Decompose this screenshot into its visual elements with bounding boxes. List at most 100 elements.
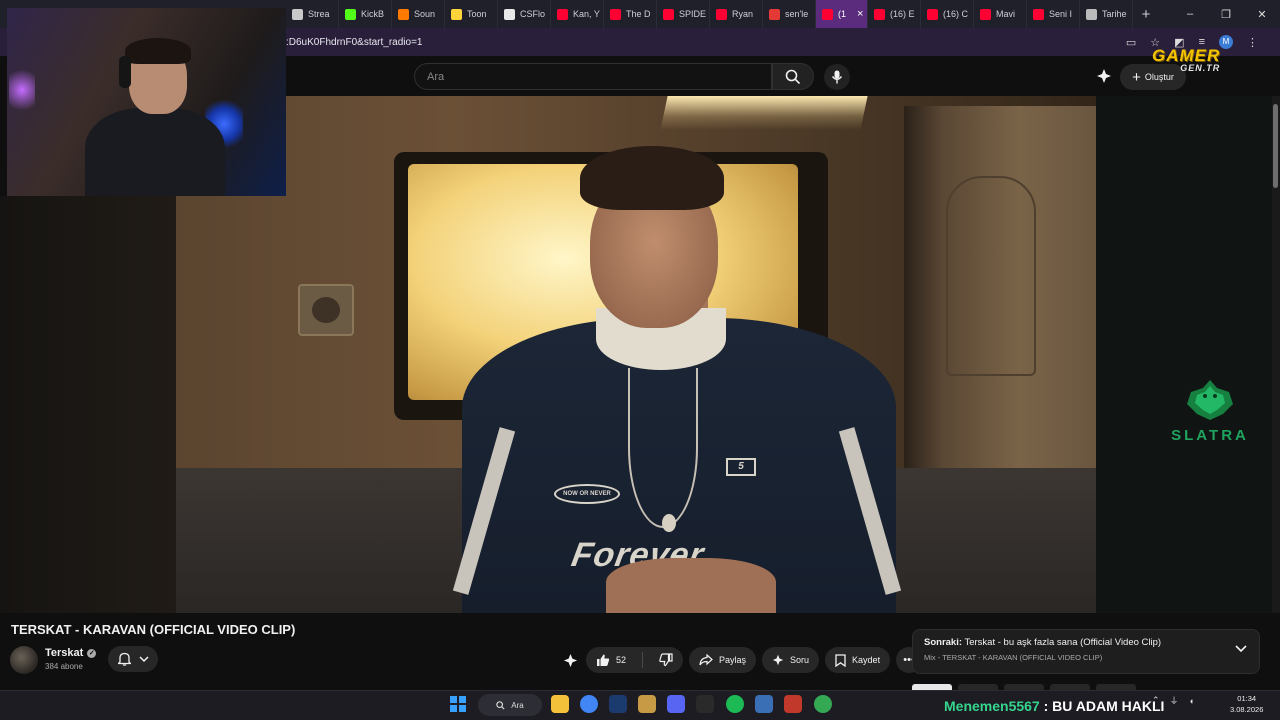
- toon-icon: [451, 8, 462, 20]
- browser-tab-label: (16) C: [943, 9, 969, 19]
- sponsor-logo: SLATRA: [1150, 378, 1270, 444]
- video-frame-pendant: [662, 514, 676, 532]
- search-button[interactable]: [772, 63, 814, 90]
- up-next-line: Sonraki: Terskat - bu aşk fazla sana (Of…: [924, 637, 1248, 648]
- obs-icon[interactable]: [784, 695, 802, 713]
- browser-tab[interactable]: Mavi: [974, 0, 1027, 28]
- dislike-button[interactable]: [649, 647, 683, 673]
- channel-name[interactable]: Terskat ✓: [45, 647, 97, 659]
- app-icon[interactable]: [755, 695, 773, 713]
- video-frame-hair: [580, 146, 724, 210]
- browser-tab-label: Kan, Y: [573, 9, 600, 19]
- browser-tab-label: The D: [626, 9, 651, 19]
- browser-tab-label: Tarihe: [1102, 9, 1127, 19]
- browser-tab[interactable]: Toon: [445, 0, 498, 28]
- search-icon: [785, 69, 801, 84]
- browser-tab[interactable]: The D: [604, 0, 657, 28]
- youtube-icon: [716, 8, 727, 20]
- browser-tab[interactable]: Seni I: [1027, 0, 1080, 28]
- browser-tab[interactable]: KickB: [339, 0, 392, 28]
- browser-tab-label: (1: [838, 9, 847, 19]
- cobra-icon: [1187, 380, 1233, 420]
- browser-tab[interactable]: Tarihe: [1080, 0, 1133, 28]
- browser-tab[interactable]: Soun: [392, 0, 445, 28]
- youtube-icon: [927, 8, 938, 20]
- maximize-icon[interactable]: ❐: [1208, 8, 1244, 21]
- ask-button[interactable]: Soru: [762, 647, 820, 673]
- browser-tab[interactable]: (16) C: [921, 0, 974, 28]
- spotify-icon[interactable]: [726, 695, 744, 713]
- subscription-bell-button[interactable]: [108, 646, 158, 672]
- share-icon: [699, 654, 713, 666]
- profile-avatar[interactable]: M: [1219, 35, 1233, 49]
- browser-tab[interactable]: Ryan: [710, 0, 763, 28]
- browser-tab[interactable]: SPIDE: [657, 0, 710, 28]
- close-window-icon[interactable]: ✕: [1244, 8, 1280, 21]
- cast-icon[interactable]: ▭: [1126, 36, 1136, 49]
- video-frame-door-panel: [946, 176, 1036, 376]
- file-explorer-icon[interactable]: [551, 695, 569, 713]
- close-tab-icon[interactable]: ×: [857, 8, 863, 20]
- chrome-active-icon[interactable]: [814, 695, 832, 713]
- voice-search-button[interactable]: [824, 64, 850, 90]
- share-button[interactable]: Paylaş: [689, 647, 757, 673]
- browser-tab[interactable]: CSFlo: [498, 0, 551, 28]
- clock-time: 01:34: [1237, 694, 1257, 703]
- minimize-icon[interactable]: –: [1172, 8, 1208, 21]
- browser-tab[interactable]: (16) E: [868, 0, 921, 28]
- chrome-icon[interactable]: [580, 695, 598, 713]
- browser-tab-label: Strea: [308, 9, 330, 19]
- discord-icon[interactable]: [667, 695, 685, 713]
- left-ambient-panel: [0, 196, 176, 613]
- microphone-icon[interactable]: ⏚: [1170, 694, 1179, 707]
- search-icon: [496, 700, 505, 710]
- chevron-down-icon: [138, 655, 149, 662]
- browser-tab-label: SPIDE: [679, 9, 707, 19]
- video-frame-hands: [606, 558, 776, 613]
- youtube-icon: [822, 8, 833, 20]
- gamer-gen-logo: GAMER GEN.TR: [1152, 46, 1220, 73]
- browser-tab[interactable]: (1 ×: [816, 0, 868, 28]
- windows-start-icon[interactable]: [450, 696, 466, 712]
- volume-icon[interactable]: ◖: [1189, 696, 1194, 706]
- taskbar-search[interactable]: Ara: [478, 694, 542, 716]
- youtube-icon: [663, 8, 674, 20]
- clock-date: 3.08.2026: [1230, 705, 1264, 714]
- chevron-down-icon[interactable]: [1235, 645, 1247, 653]
- game-launcher-icon[interactable]: [638, 695, 656, 713]
- save-button[interactable]: Kaydet: [825, 647, 891, 673]
- youtube-icon: [980, 8, 991, 20]
- channel-name-text[interactable]: Terskat: [45, 647, 83, 659]
- system-clock[interactable]: 01:34 3.08.2026: [1230, 693, 1263, 715]
- up-next-title[interactable]: Terskat - bu aşk fazla sana (Official Vi…: [964, 637, 1161, 648]
- tray-expand-icon[interactable]: ⌃: [1152, 695, 1160, 706]
- search-input[interactable]: Ara: [414, 63, 772, 90]
- video-title: TERSKAT - KARAVAN (OFFICIAL VIDEO CLIP): [11, 622, 296, 637]
- video-frame-socket-hole: [312, 297, 340, 323]
- epic-games-icon[interactable]: [696, 695, 714, 713]
- browser-tab[interactable]: Strea: [286, 0, 339, 28]
- up-next-card[interactable]: Sonraki: Terskat - bu aşk fazla sana (Of…: [912, 629, 1260, 674]
- jersey-number: 5: [726, 458, 756, 476]
- browser-menu-icon[interactable]: ⋮: [1247, 36, 1258, 49]
- scrollbar-thumb[interactable]: [1273, 104, 1278, 188]
- youtube-icon: [874, 8, 885, 20]
- like-button[interactable]: 52: [586, 647, 636, 673]
- ai-sparkle-icon[interactable]: [1096, 68, 1112, 89]
- steam-icon[interactable]: [609, 695, 627, 713]
- browser-tab[interactable]: sen'le: [763, 0, 816, 28]
- microphone-icon: [831, 70, 843, 84]
- new-tab-button[interactable]: +: [1133, 6, 1159, 23]
- browser-tab-label: KickB: [361, 9, 385, 19]
- channel-avatar[interactable]: [10, 646, 38, 674]
- sahibinden-icon: [769, 8, 780, 20]
- url-text[interactable]: :D6uK0FhdrnF0&start_radio=1: [286, 37, 422, 48]
- stream-icon: [292, 8, 303, 20]
- browser-tab[interactable]: Kan, Y: [551, 0, 604, 28]
- sparkle-icon: [563, 653, 577, 667]
- video-player[interactable]: NOW OR NEVER 5 Forever: [176, 96, 1096, 613]
- browser-tab-label: sen'le: [785, 9, 809, 19]
- youtube-icon: [610, 8, 621, 20]
- create-label: Oluştur: [1144, 72, 1174, 82]
- ai-summary-button[interactable]: [560, 653, 580, 668]
